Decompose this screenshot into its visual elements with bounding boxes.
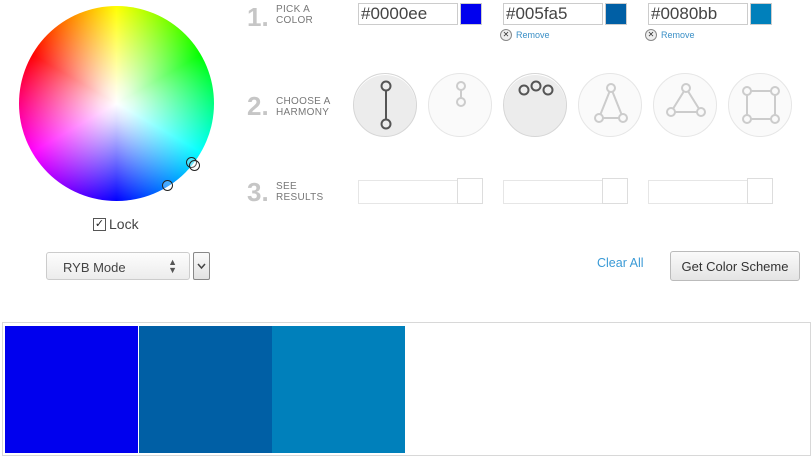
palette-panel xyxy=(2,322,811,456)
color-2-swatch[interactable] xyxy=(605,3,627,25)
mode-select-value: RYB Mode xyxy=(63,260,126,275)
result-2-bar xyxy=(503,180,603,204)
color-wheel[interactable] xyxy=(19,6,214,201)
mode-select[interactable]: RYB Mode ▲ ▼ xyxy=(46,252,190,280)
remove-label: Remove xyxy=(516,30,550,40)
result-1-bar xyxy=(358,180,458,204)
split-complementary-icon xyxy=(594,83,628,123)
result-3-bar xyxy=(648,180,748,204)
harmony-tetradic-button[interactable] xyxy=(728,73,792,137)
color-1-hex-input[interactable] xyxy=(358,3,458,25)
updown-arrows-icon: ▲ ▼ xyxy=(168,257,177,275)
close-icon: ✕ xyxy=(645,29,657,41)
complementary-icon xyxy=(380,80,392,130)
palette-swatch-3 xyxy=(272,326,405,453)
result-3-box[interactable] xyxy=(747,178,773,204)
harmony-complementary-button[interactable] xyxy=(353,73,417,137)
harmony-triadic-button[interactable] xyxy=(653,73,717,137)
get-color-scheme-button[interactable]: Get Color Scheme xyxy=(670,251,800,281)
palette-swatch-2 xyxy=(139,326,272,453)
triadic-icon xyxy=(666,83,706,117)
step-1-label: PICK A COLOR xyxy=(276,4,314,26)
mode-dropdown-button[interactable] xyxy=(193,252,210,280)
lock-label: Lock xyxy=(109,216,139,232)
remove-label: Remove xyxy=(661,30,695,40)
wheel-marker-2[interactable] xyxy=(189,160,200,171)
remove-color-3-button[interactable]: ✕ Remove xyxy=(645,29,695,41)
clear-all-link[interactable]: Clear All xyxy=(597,256,644,270)
tetradic-icon xyxy=(742,86,780,124)
monochromatic-icon xyxy=(456,81,466,107)
color-3-swatch[interactable] xyxy=(750,3,772,25)
color-3-hex-input[interactable] xyxy=(648,3,748,25)
result-2-box[interactable] xyxy=(602,178,628,204)
remove-color-2-button[interactable]: ✕ Remove xyxy=(500,29,550,41)
harmony-monochromatic-button[interactable] xyxy=(428,73,492,137)
step-1-number: 1. xyxy=(247,2,269,32)
palette-swatch-1 xyxy=(5,326,138,453)
step-3-number: 3. xyxy=(247,177,269,207)
harmony-split-complementary-button[interactable] xyxy=(578,73,642,137)
wheel-marker-3[interactable] xyxy=(162,180,173,191)
color-2-hex-input[interactable] xyxy=(503,3,603,25)
step-2-number: 2. xyxy=(247,91,269,121)
color-1-swatch[interactable] xyxy=(460,3,482,25)
step-2-label: CHOOSE A HARMONY xyxy=(276,96,331,118)
close-icon: ✕ xyxy=(500,29,512,41)
chevron-down-icon xyxy=(197,263,206,270)
step-3-label: SEE RESULTS xyxy=(276,181,324,203)
harmony-analogous-button[interactable] xyxy=(503,73,567,137)
checkbox-icon[interactable]: ✓ xyxy=(93,217,106,231)
analogous-icon xyxy=(518,80,554,96)
result-1-box[interactable] xyxy=(457,178,483,204)
lock-checkbox[interactable]: ✓ Lock xyxy=(93,216,139,232)
